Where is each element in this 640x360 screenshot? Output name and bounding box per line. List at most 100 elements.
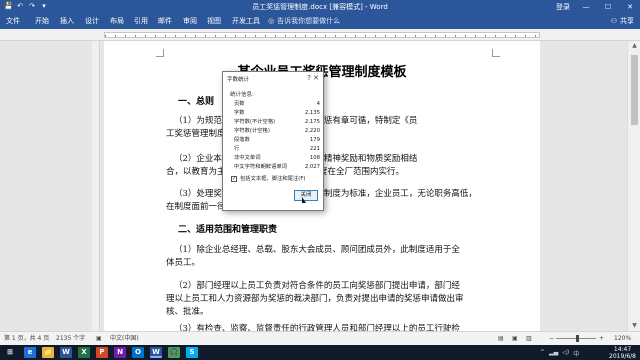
outlook-icon[interactable]: O <box>132 347 144 358</box>
powerpoint-icon[interactable]: P <box>96 347 108 358</box>
close-button[interactable]: ✕ <box>624 2 636 12</box>
zoom-slider-knob[interactable] <box>576 335 579 342</box>
stat-value: 4 <box>316 101 320 107</box>
proofing-icon[interactable]: ▣ <box>96 335 102 343</box>
ruler-strip <box>104 32 540 38</box>
margin-corner <box>156 49 164 57</box>
stat-row-words: 字数 2,135 <box>234 109 320 117</box>
ruler-tick <box>435 35 436 37</box>
scroll-down-icon[interactable]: ▼ <box>628 321 640 331</box>
ruler-tick <box>395 35 396 37</box>
vertical-scrollbar[interactable]: ▲ ▼ <box>627 41 640 331</box>
excel-icon[interactable]: X <box>78 347 90 358</box>
chevron-up-icon[interactable]: ^ <box>540 349 545 358</box>
ruler-tick <box>245 35 246 37</box>
include-textbox-label: 包括文本框、脚注和尾注(F) <box>240 176 306 182</box>
tab-review[interactable]: 审阅 <box>183 17 197 26</box>
signin-link[interactable]: 登录 <box>556 2 570 12</box>
tell-me-box[interactable]: ◎ 告诉我你想要做什么 <box>268 17 340 26</box>
stat-label: 中文字符和朝鲜语单词 <box>234 164 287 170</box>
doc-line: 在制度面前一律平等。 <box>166 202 252 212</box>
tab-file[interactable]: 文件 <box>6 17 20 26</box>
ruler-tick <box>255 35 256 37</box>
ruler-tick <box>155 35 156 37</box>
ruler-tick <box>175 35 176 37</box>
scroll-up-icon[interactable]: ▲ <box>628 41 640 51</box>
volume-icon[interactable]: ◁) <box>562 349 569 358</box>
explorer-icon[interactable]: 📁 <box>42 347 54 358</box>
stat-value: 179 <box>309 137 320 143</box>
tab-references[interactable]: 引用 <box>134 17 148 26</box>
tab-developer[interactable]: 开发工具 <box>232 17 260 26</box>
tab-design[interactable]: 设计 <box>85 17 99 26</box>
ruler-tick <box>135 35 136 37</box>
stat-label: 字符数(计空格) <box>234 128 270 134</box>
scroll-thumb[interactable] <box>631 55 638 125</box>
ruler-tick <box>415 35 416 37</box>
clock[interactable]: 14:47 2019/6/8 <box>609 346 636 360</box>
ruler-tick <box>515 35 516 37</box>
ruler-tick <box>375 35 376 37</box>
vertical-ruler[interactable] <box>92 41 100 331</box>
ruler-tick <box>445 35 446 37</box>
ruler-tick <box>335 35 336 37</box>
doc-line: 体员工。 <box>166 258 201 268</box>
ruler-tick <box>305 35 306 37</box>
restore-button[interactable]: ☐ <box>602 2 614 12</box>
ruler-tick <box>485 35 486 37</box>
ruler-tick <box>215 35 216 37</box>
ruler-tick <box>195 35 196 37</box>
horizontal-ruler[interactable] <box>0 29 640 41</box>
word-active-icon[interactable]: W <box>150 347 162 358</box>
stat-value: 108 <box>309 155 320 161</box>
stat-label: 字符数(不计空格) <box>234 119 276 125</box>
include-textbox-checkbox[interactable]: ✓ <box>231 176 237 182</box>
stat-label: 行 <box>234 146 240 152</box>
ruler-tick <box>165 35 166 37</box>
tell-me-text: 告诉我你想要做什么 <box>277 17 341 25</box>
tab-insert[interactable]: 插入 <box>60 17 74 26</box>
stat-row-chars-nospace: 字符数(不计空格) 2,175 <box>234 118 320 126</box>
dialog-help-close-icon[interactable]: ? ✕ <box>307 74 319 82</box>
edge-icon[interactable]: e <box>24 347 36 358</box>
tab-view[interactable]: 视图 <box>207 17 221 26</box>
print-layout-icon[interactable]: ▣ <box>512 335 518 343</box>
audio-app-icon[interactable]: 🎧 <box>168 347 180 358</box>
share-button[interactable]: ⚇ 共享 <box>611 17 634 26</box>
ruler-tick <box>475 35 476 37</box>
doc-line: 工奖惩管理制度》 <box>166 129 235 139</box>
stat-value: 2,027 <box>304 164 320 170</box>
onenote-icon[interactable]: N <box>114 347 126 358</box>
tab-layout[interactable]: 布局 <box>110 17 124 26</box>
status-bar: 第 1 页，共 4 页 2135 个字 ▣ 中文(中国) ▤ ▣ ▥ − + 1… <box>0 331 640 345</box>
language-indicator[interactable]: 中文(中国) <box>110 335 139 343</box>
tab-home[interactable]: 开始 <box>35 17 49 26</box>
zoom-out-icon[interactable]: − <box>549 335 554 343</box>
ruler-tick <box>115 35 116 37</box>
zoom-level[interactable]: 120% <box>614 335 631 343</box>
stat-label: 段落数 <box>234 137 250 143</box>
web-layout-icon[interactable]: ▥ <box>526 335 532 343</box>
zoom-in-icon[interactable]: + <box>599 335 604 343</box>
stat-label: 非中文单词 <box>234 155 261 161</box>
skype-icon[interactable]: S <box>186 347 198 358</box>
minimize-button[interactable]: — <box>580 2 592 12</box>
page-indicator[interactable]: 第 1 页，共 4 页 <box>4 335 49 343</box>
tab-mailings[interactable]: 邮件 <box>158 17 172 26</box>
ruler-tick <box>145 35 146 37</box>
read-mode-icon[interactable]: ▤ <box>498 335 504 343</box>
word-icon[interactable]: W <box>60 347 72 358</box>
word-count-indicator[interactable]: 2135 个字 <box>56 335 85 343</box>
ruler-tick <box>295 35 296 37</box>
start-icon[interactable]: ⊞ <box>4 347 16 358</box>
taskbar: ⊞ e 📁 W X P N O W 🎧 S ^ ▂▄ ◁) 中 14:47 20… <box>0 345 640 360</box>
network-icon[interactable]: ▂▄ <box>549 349 558 358</box>
ruler-tick <box>315 35 316 37</box>
system-tray: ^ ▂▄ ◁) 中 <box>540 349 579 358</box>
ime-icon[interactable]: 中 <box>573 349 579 358</box>
ribbon-tabs: 文件 开始 插入 设计 布局 引用 邮件 审阅 视图 开发工具 帮助 ◎ 告诉我… <box>0 14 640 29</box>
close-dialog-button[interactable]: 关闭 <box>294 190 318 201</box>
ruler-tick <box>235 35 236 37</box>
ruler-tick <box>345 35 346 37</box>
lightbulb-icon: ◎ <box>268 17 275 25</box>
